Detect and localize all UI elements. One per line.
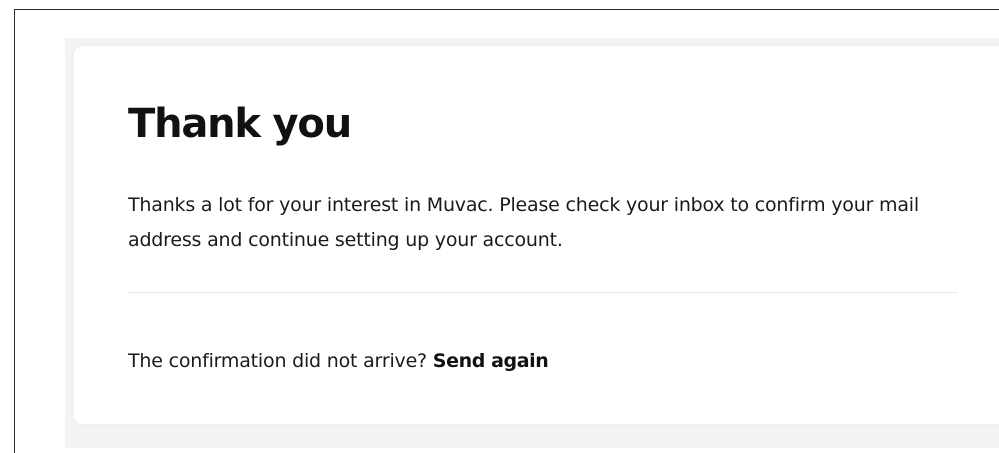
- page-title: Thank you: [128, 101, 352, 147]
- confirmation-message: Thanks a lot for your interest in Muvac.…: [128, 194, 919, 251]
- resend-row: The confirmation did not arrive? Send ag…: [128, 348, 549, 374]
- window-frame: Thank you Thanks a lot for your interest…: [14, 9, 999, 453]
- resend-prompt: The confirmation did not arrive?: [128, 350, 427, 372]
- confirmation-card: Thank you Thanks a lot for your interest…: [74, 46, 999, 424]
- divider: [128, 292, 958, 293]
- send-again-link[interactable]: Send again: [433, 350, 549, 372]
